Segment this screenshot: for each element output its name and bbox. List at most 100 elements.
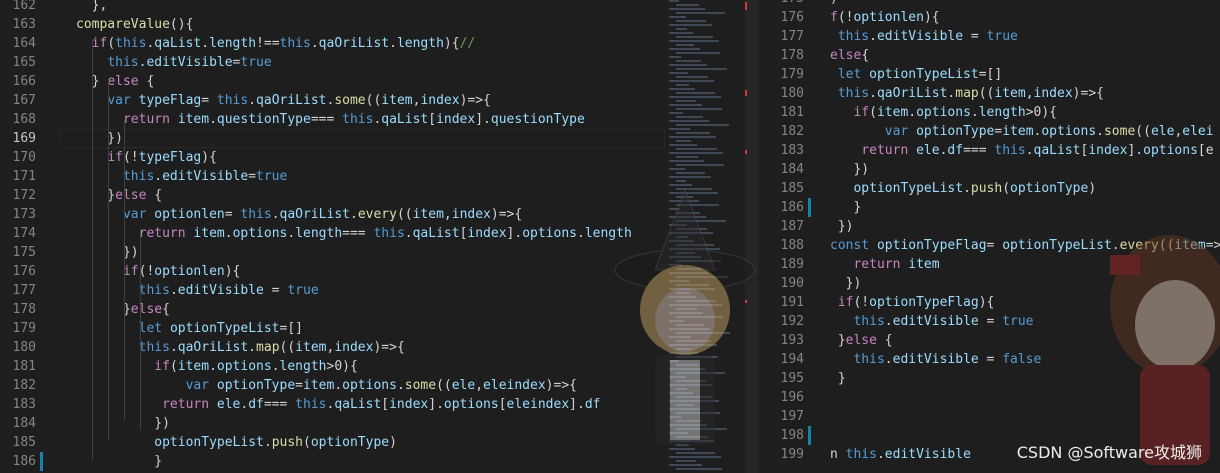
line-number: 186 xyxy=(12,454,36,469)
line-number: 172 xyxy=(12,188,36,203)
code-token: this xyxy=(837,29,870,44)
minimap-line xyxy=(676,28,687,30)
code-token: = xyxy=(295,378,303,393)
code-text: var optionType=item.options.some((ele,el… xyxy=(830,122,1214,141)
code-token: editVisible xyxy=(884,447,971,462)
minimap-line xyxy=(669,120,709,122)
minimap-line xyxy=(669,88,695,90)
code-line[interactable]: 183 return ele.df=== this.qaList[index].… xyxy=(0,395,665,414)
code-line[interactable]: 177 this.editVisible = true xyxy=(0,281,665,300)
minimap-line xyxy=(669,96,721,98)
code-text: }) xyxy=(76,414,170,433)
code-token: else xyxy=(830,48,862,63)
code-line[interactable]: 181 if(item.options.length>0){ xyxy=(760,103,1220,122)
code-text: optionTypeList.push(optionType) xyxy=(830,179,1096,198)
minimap-line xyxy=(676,156,698,158)
code-line[interactable]: 186 } xyxy=(0,452,665,471)
code-token: >0){ xyxy=(326,359,358,374)
code-token: optionlen xyxy=(154,207,225,222)
code-token: item xyxy=(412,207,444,222)
code-token: this xyxy=(295,397,327,412)
code-line[interactable]: 168 return item.questionType=== this.qaL… xyxy=(0,110,665,129)
code-token: } xyxy=(830,371,846,386)
code-line[interactable]: 163 compareValue(){ xyxy=(0,15,665,34)
code-line[interactable]: 178 }else{ xyxy=(0,300,665,319)
line-number: 175 xyxy=(12,245,36,260)
code-token: return xyxy=(861,143,909,158)
code-line[interactable]: 176 if(!optionlen){ xyxy=(0,262,665,281)
code-line[interactable]: 177 this.editVisible = true xyxy=(760,27,1220,46)
code-line[interactable]: 171 this.editVisible=true xyxy=(0,167,665,186)
code-line[interactable]: 179 let optionTypeList=[] xyxy=(760,65,1220,84)
code-line[interactable]: 179 let optionTypeList=[] xyxy=(0,319,665,338)
code-line[interactable]: 184 }) xyxy=(0,414,665,433)
code-line[interactable]: 178 else{ xyxy=(760,46,1220,65)
git-modified-indicator[interactable] xyxy=(808,426,811,445)
code-token: item xyxy=(381,93,413,108)
code-token: . xyxy=(271,207,280,222)
indent-guide xyxy=(92,40,93,460)
code-token: qaOriList xyxy=(256,93,327,108)
code-token: = xyxy=(201,93,217,108)
code-line[interactable]: 180 this.qaOriList.map((item,index)=>{ xyxy=(0,338,665,357)
minimap-line xyxy=(676,12,725,14)
code-line[interactable]: 182 var optionType=item.options.some((el… xyxy=(0,376,665,395)
code-line[interactable]: 182 var optionType=item.options.some((el… xyxy=(760,122,1220,141)
code-line[interactable]: 174 return item.options.length=== this.q… xyxy=(0,224,665,243)
minimap-line xyxy=(669,104,702,106)
line-number: 168 xyxy=(12,112,36,127)
code-token: (( xyxy=(436,378,452,393)
code-token: ele xyxy=(1150,124,1175,139)
code-line[interactable]: 162 }, xyxy=(0,0,665,15)
code-line[interactable]: 181 if(item.options.length>0){ xyxy=(0,357,665,376)
code-token: length xyxy=(279,359,327,374)
code-line[interactable]: 180 this.qaOriList.map((item,index)=>{ xyxy=(760,84,1220,103)
code-text: return item.questionType=== this.qaList[… xyxy=(76,110,585,129)
code-token: optionType xyxy=(916,124,995,139)
code-token: ( xyxy=(1002,181,1011,196)
git-modified-indicator[interactable] xyxy=(808,198,811,217)
code-token: = xyxy=(224,207,241,222)
code-token: true xyxy=(240,55,272,70)
minimap-line xyxy=(669,48,700,50)
left-editor-pane[interactable]: 162 }, 163 compareValue(){164 if(this.qaLi… xyxy=(0,0,665,473)
code-line[interactable]: 172 }else { xyxy=(0,186,665,205)
code-line[interactable]: 169 }) xyxy=(0,129,665,148)
code-line[interactable]: 185 optionTypeList.push(optionType) xyxy=(0,433,665,452)
code-token: editVisible xyxy=(876,29,964,44)
code-text: if(!typeFlag){ xyxy=(76,148,217,167)
code-token: (! xyxy=(122,150,139,165)
code-token: if xyxy=(853,105,870,120)
code-line[interactable]: 164 if(this.qaList.length!==this.qaOriLi… xyxy=(0,34,665,53)
code-line[interactable]: 173 var optionlen= this.qaOriList.every(… xyxy=(0,205,665,224)
code-token: . xyxy=(248,340,257,355)
code-line[interactable]: 175 }) xyxy=(0,243,665,262)
code-line[interactable]: 175) xyxy=(760,0,1220,8)
code-token: . xyxy=(970,105,979,120)
code-token: var xyxy=(122,207,147,222)
code-text: n this.editVisible xyxy=(830,445,971,464)
code-token: ( xyxy=(169,359,178,374)
code-token: . xyxy=(884,314,893,329)
code-line[interactable]: 176 f(!optionlen){ xyxy=(760,8,1220,27)
git-modified-indicator[interactable] xyxy=(40,452,43,471)
code-line[interactable]: 183 return ele.df=== this.qaList[index].… xyxy=(760,141,1220,160)
code-line[interactable]: 166 } else { xyxy=(0,72,665,91)
code-line[interactable]: 184 }) xyxy=(760,160,1220,179)
code-line[interactable]: 165 this.editVisible=true xyxy=(0,53,665,72)
code-text: }) xyxy=(76,129,123,148)
code-token: this xyxy=(373,226,405,241)
code-line[interactable]: 185 optionTypeList.push(optionType) xyxy=(760,179,1220,198)
line-number: 162 xyxy=(12,0,36,13)
line-number: 183 xyxy=(780,143,804,158)
code-text: }else { xyxy=(76,186,162,205)
code-line[interactable]: 170 if(!typeFlag){ xyxy=(0,148,665,167)
code-token: . xyxy=(869,86,877,101)
code-line[interactable]: 167 var typeFlag= this.qaOriList.some((i… xyxy=(0,91,665,110)
code-token: optionTypeList xyxy=(853,181,964,196)
